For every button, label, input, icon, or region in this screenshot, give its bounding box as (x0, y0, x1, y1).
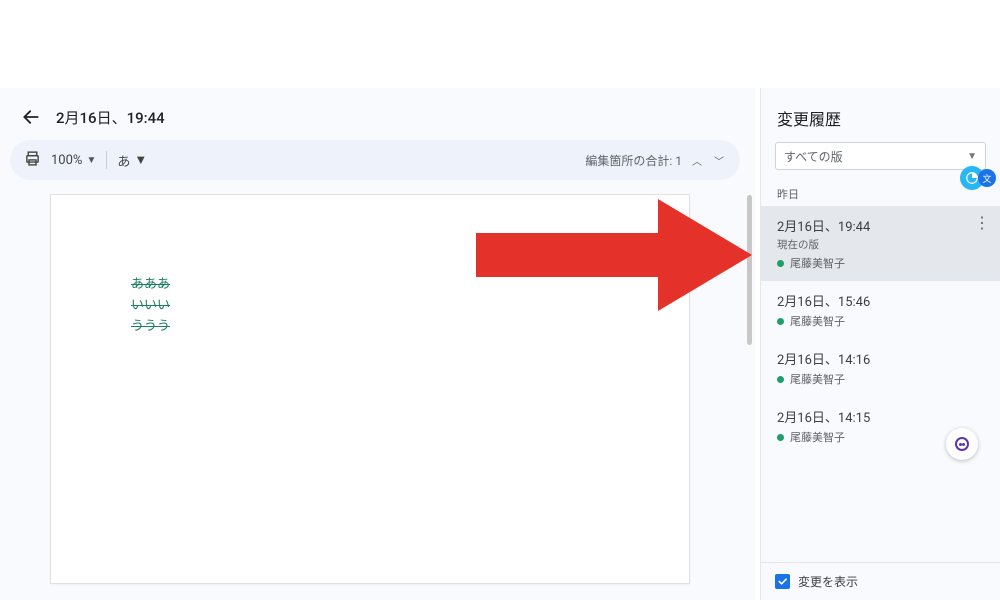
version-time: 2月16日、15:46 (777, 291, 984, 310)
version-time: 2月16日、14:16 (777, 349, 984, 368)
extension-badge[interactable]: 文 (960, 166, 996, 190)
next-edit-button[interactable]: ﹀ (712, 153, 726, 168)
version-item[interactable]: 2月16日、19:44 現在の版尾藤美智子 ⋮ (761, 206, 1000, 281)
print-icon[interactable] (24, 150, 41, 171)
more-options-icon[interactable]: ⋮ (974, 218, 990, 228)
show-changes-label: 変更を表示 (798, 573, 858, 590)
author-dot-icon (777, 376, 784, 383)
prev-edit-button[interactable]: ︿ (690, 153, 704, 168)
toolbar-divider (106, 151, 107, 169)
version-subtitle: 現在の版 (777, 237, 984, 252)
version-item[interactable]: 2月16日、14:16 尾藤美智子 (761, 339, 1000, 397)
chevron-down-icon: ▼ (86, 155, 96, 166)
doc-line: あああ (131, 275, 170, 296)
header: 2月16日、19:44 (20, 106, 165, 128)
back-arrow-icon[interactable] (20, 106, 42, 128)
sidebar-footer: 変更を表示 (761, 562, 1000, 600)
doc-line: いいい (131, 296, 170, 317)
edits-counter: 編集箇所の合計: 1 ︿ ﹀ (585, 152, 726, 169)
author-dot-icon (777, 434, 784, 441)
version-history-sidebar: 変更履歴 すべての版 ▼ 昨日 2月16日、19:44現在の版尾藤美智子⋮2月1… (760, 88, 1000, 600)
language-label: あ (117, 151, 130, 170)
version-list: 2月16日、19:44現在の版尾藤美智子⋮2月16日、15:46尾藤美智子2月1… (761, 206, 1000, 562)
sidebar-title: 変更履歴 (761, 88, 1000, 142)
translate-icon: 文 (978, 169, 996, 187)
document-content: あああ いいい ううう (131, 275, 170, 337)
scrollbar[interactable] (747, 195, 752, 345)
toolbar: 100% ▼ あ ▼ 編集箇所の合計: 1 ︿ ﹀ (10, 140, 740, 180)
version-author: 尾藤美智子 (777, 371, 984, 387)
edits-count-label: 編集箇所の合計: 1 (585, 152, 682, 169)
doc-line: ううう (131, 317, 170, 338)
author-dot-icon (777, 318, 784, 325)
version-time: 2月16日、19:44 (777, 216, 984, 235)
zoom-value: 100% (51, 153, 82, 168)
zoom-dropdown[interactable]: 100% ▼ (51, 153, 96, 168)
version-author: 尾藤美智子 (777, 255, 984, 271)
version-item[interactable]: 2月16日、15:46 尾藤美智子 (761, 281, 1000, 339)
page-title: 2月16日、19:44 (56, 107, 165, 128)
document-page: あああ いいい ううう (50, 194, 690, 584)
version-filter-dropdown[interactable]: すべての版 ▼ (775, 142, 986, 170)
chevron-down-icon: ▼ (967, 151, 977, 162)
author-dot-icon (777, 260, 784, 267)
version-filter-label: すべての版 (784, 148, 843, 165)
assistant-button[interactable] (946, 428, 978, 460)
version-time: 2月16日、14:15 (777, 407, 984, 426)
show-changes-checkbox[interactable] (775, 574, 790, 589)
chevron-down-icon: ▼ (134, 152, 147, 168)
assistant-face-icon (955, 437, 969, 451)
version-author: 尾藤美智子 (777, 313, 984, 329)
language-toggle[interactable]: あ ▼ (117, 151, 147, 170)
